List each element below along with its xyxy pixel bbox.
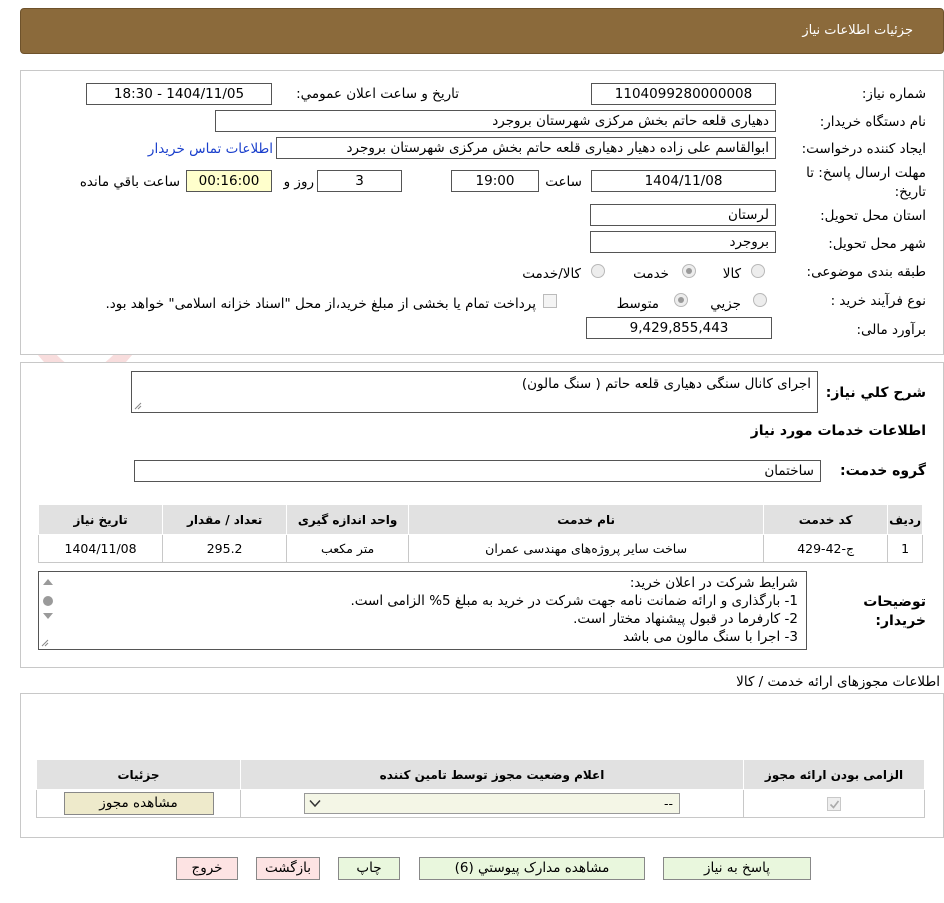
category-goods-radio[interactable]	[751, 264, 765, 278]
cell-permit-status: --	[240, 789, 744, 818]
summary-field: اجرای کانال سنگی دهیاری قلعه حاتم ( سنگ …	[131, 371, 818, 413]
deadline-label: مهلت ارسال پاسخ: تا	[806, 165, 926, 181]
chevron-down-icon	[309, 799, 321, 808]
resize-grip-icon[interactable]	[134, 402, 142, 410]
print-button[interactable]: چاپ	[338, 857, 400, 880]
window-title-bar: جزئیات اطلاعات نیاز	[20, 8, 944, 54]
treasury-checkbox[interactable]	[543, 294, 557, 308]
category-goods-service-radio[interactable]	[591, 264, 605, 278]
cell-service-code: ج-42-429	[763, 534, 889, 563]
remaining-time-label: ساعت باقي مانده	[79, 174, 180, 190]
col-service-name: نام خدمت	[408, 504, 765, 535]
check-icon	[829, 800, 840, 809]
buyer-notes-line: شرایط شرکت در اعلان خرید:	[629, 575, 798, 591]
permit-required-checkbox	[827, 797, 841, 812]
permits-heading: اطلاعات مجوزهای ارائه خدمت / کالا	[736, 674, 940, 690]
process-minor-label: جزیي	[710, 296, 741, 312]
category-service-label: خدمت	[633, 266, 669, 282]
category-goods-service-label: کالا/خدمت	[522, 266, 581, 282]
permits-table-header: الزامی بودن ارائه مجوز اعلام وضعیت مجوز …	[36, 759, 925, 790]
scroll-thumb-icon	[43, 596, 53, 606]
cell-service-name: ساخت سایر پروژه‌های مهندسی عمران	[408, 534, 765, 563]
service-group-field: ساختمان	[134, 460, 821, 482]
summary-text: اجرای کانال سنگی دهیاری قلعه حاتم ( سنگ …	[521, 376, 811, 392]
permit-status-value: --	[663, 796, 673, 811]
buyer-notes-line: 3- اجرا با سنگ مالون می باشد	[623, 629, 798, 645]
view-permit-button[interactable]: مشاهده مجوز	[63, 792, 214, 815]
back-button[interactable]: بازگشت	[256, 857, 320, 880]
buyer-notes-line: 2- کارفرما در قبول پیشنهاد مختار است.	[573, 611, 798, 627]
deadline-time-label: ساعت	[545, 174, 582, 190]
scroll-down-icon	[43, 613, 53, 619]
services-table: ردیف کد خدمت نام خدمت واحد اندازه گیری ت…	[37, 504, 923, 563]
category-service-radio[interactable]	[682, 264, 696, 278]
buyer-notes-line: 1- بارگذاری و ارائه ضمانت نامه جهت شرکت …	[350, 593, 798, 609]
process-medium-radio[interactable]	[674, 293, 688, 307]
permits-table: الزامی بودن ارائه مجوز اعلام وضعیت مجوز …	[36, 759, 925, 818]
buyer-contact-link[interactable]: اطلاعات تماس خریدار	[148, 141, 273, 157]
table-row: 1 ج-42-429 ساخت سایر پروژه‌های مهندسی عم…	[37, 534, 923, 563]
col-permit-status: اعلام وضعیت مجوز توسط تامین کننده	[240, 759, 744, 790]
view-attachments-button[interactable]: مشاهده مدارک پیوستي (6)	[419, 857, 645, 880]
scroll-up-icon	[43, 579, 53, 585]
requester-field: ابوالقاسم علی زاده دهیار دهیاری قلعه حات…	[276, 137, 776, 159]
buyer-notes-field: شرایط شرکت در اعلان خرید: 1- بارگذاری و …	[38, 571, 807, 650]
process-minor-radio[interactable]	[753, 293, 767, 307]
cell-permit-required	[743, 789, 925, 818]
cell-need-date: 1404/11/08	[37, 534, 164, 563]
resize-grip-icon[interactable]	[41, 639, 49, 647]
cell-permit-details: مشاهده مجوز	[36, 789, 241, 818]
table-row: -- مشاهده مجوز	[36, 789, 925, 818]
permit-status-select[interactable]: --	[304, 793, 680, 814]
summary-label: شرح کلي نیاز:	[825, 385, 926, 401]
need-number-label: شماره نیاز:	[861, 86, 926, 102]
buyer-notes-label: توضیحات	[863, 594, 926, 610]
col-permit-details: جزئیات	[36, 759, 241, 790]
buyer-org-label: نام دستگاه خریدار:	[819, 114, 926, 130]
services-table-header: ردیف کد خدمت نام خدمت واحد اندازه گیری ت…	[37, 504, 923, 535]
category-goods-label: کالا	[722, 266, 741, 282]
cell-row-number: 1	[887, 534, 923, 563]
deadline-label-date: تاریخ:	[894, 184, 926, 200]
city-field: بروجرد	[590, 231, 776, 253]
city-label: شهر محل تحویل:	[828, 236, 926, 252]
col-permit-required: الزامی بودن ارائه مجوز	[743, 759, 925, 790]
province-label: استان محل تحویل:	[820, 208, 926, 224]
deadline-date-field: 1404/11/08	[591, 170, 776, 192]
process-type-label: نوع فرآیند خرید :	[830, 293, 926, 309]
deadline-time-field: 19:00	[451, 170, 539, 192]
province-field: لرستان	[590, 204, 776, 226]
category-label: طبقه بندی موضوعی:	[806, 264, 926, 280]
cell-unit: متر مکعب	[286, 534, 410, 563]
requester-label: ایجاد کننده درخواست:	[801, 141, 926, 157]
budget-field: 9,429,855,443	[586, 317, 772, 339]
col-need-date: تاریخ نیاز	[37, 504, 164, 535]
need-number-field: 1104099280000008	[591, 83, 776, 105]
notes-scrollbar[interactable]	[39, 572, 57, 649]
buyer-org-field: دهیاری قلعه حاتم بخش مرکزی شهرستان بروجر…	[215, 110, 776, 132]
col-service-code: کد خدمت	[763, 504, 889, 535]
exit-button[interactable]: خروج	[176, 857, 238, 880]
col-row-number: ردیف	[887, 504, 923, 535]
window-title: جزئیات اطلاعات نیاز	[802, 23, 913, 38]
announce-datetime-field: 1404/11/05 - 18:30	[86, 83, 272, 105]
announce-datetime-label: تاریخ و ساعت اعلان عمومي:	[296, 86, 459, 102]
cell-quantity: 295.2	[162, 534, 288, 563]
remaining-time-field: 00:16:00	[186, 170, 272, 192]
process-medium-label: متوسط	[616, 296, 659, 312]
days-field: 3	[317, 170, 402, 192]
budget-label: برآورد مالی:	[856, 322, 926, 338]
col-quantity: تعداد / مقدار	[162, 504, 288, 535]
col-unit: واحد اندازه گیری	[286, 504, 410, 535]
services-heading: اطلاعات خدمات مورد نیاز	[750, 423, 926, 439]
treasury-note: پرداخت تمام یا بخشی از مبلغ خرید،از محل …	[105, 296, 536, 312]
reply-button[interactable]: پاسخ به نیاز	[663, 857, 811, 880]
days-label: روز و	[283, 174, 314, 190]
service-group-label: گروه خدمت:	[840, 463, 926, 479]
buyer-notes-label-2: خریدار:	[875, 613, 926, 629]
